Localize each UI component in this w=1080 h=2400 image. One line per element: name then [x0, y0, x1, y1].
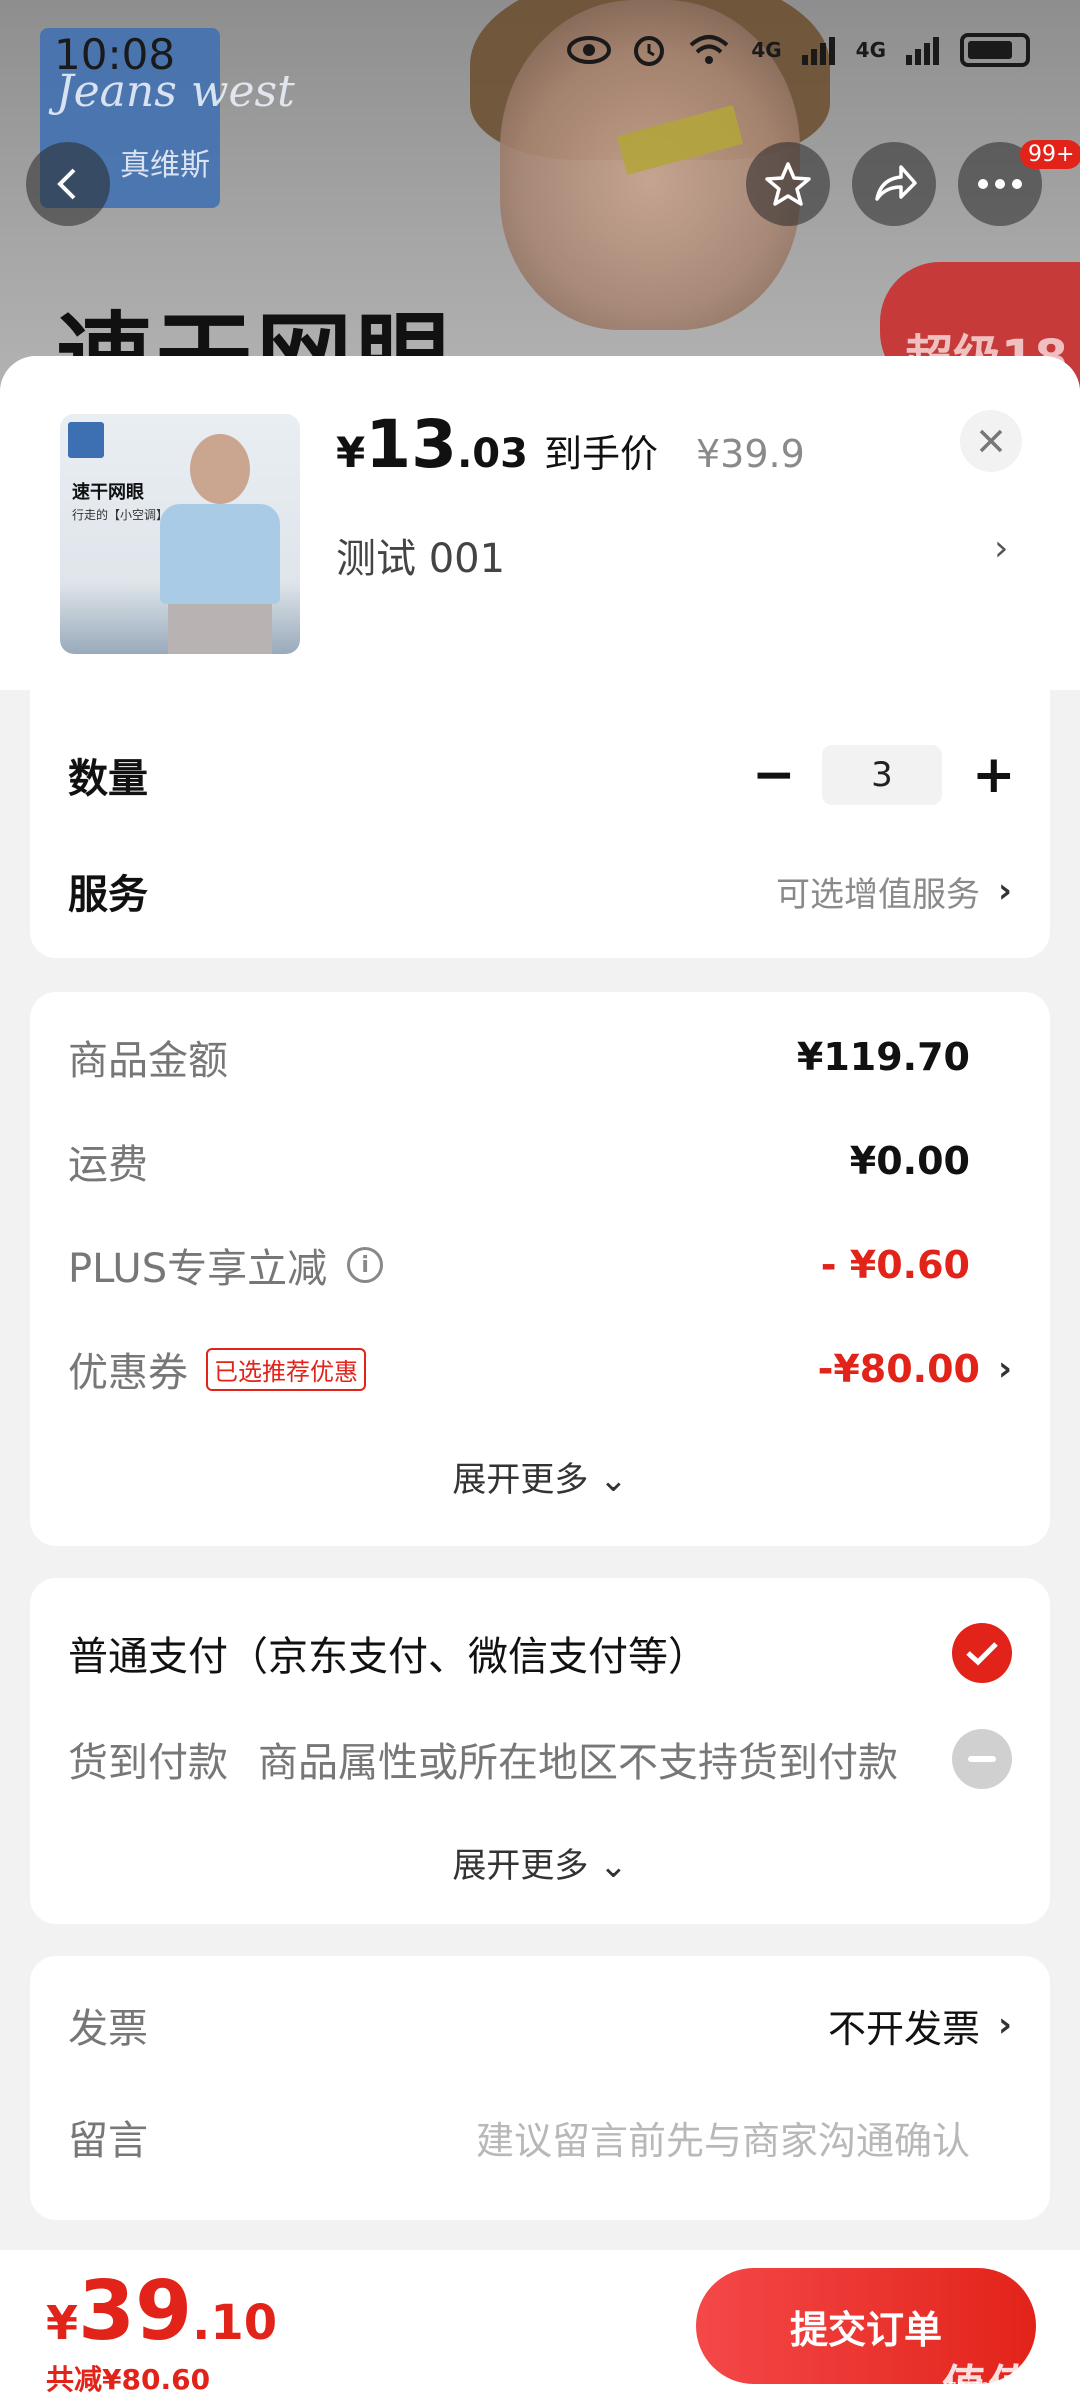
price-currency: ¥: [336, 428, 366, 477]
amount-card: 商品金额 ¥119.70 运费 ¥0.00 PLUS专享立减 i - ¥0.60…: [30, 992, 1050, 1546]
coupon-selected-badge: 已选推荐优惠: [206, 1347, 366, 1391]
network-4g-label-2: 4G: [855, 38, 886, 62]
message-count-badge: 99+: [1020, 140, 1080, 169]
selected-variant[interactable]: 测试 001: [336, 526, 505, 584]
thumb-shorts: [168, 604, 272, 654]
payment-cod-label: 货到付款: [68, 1740, 228, 1786]
alarm-icon: [634, 36, 665, 66]
product-summary: 速干网眼 行走的【小空调】 ¥ 13 .03 到手价 ¥39.9 测试 001 …: [0, 356, 1080, 690]
coupon-value: -¥80.00: [817, 1347, 980, 1391]
more-dots-icon: [978, 179, 1022, 189]
coupon-row[interactable]: 优惠券 已选推荐优惠 -¥80.00 ›: [68, 1334, 1012, 1404]
close-icon: [979, 429, 1003, 453]
total-integer: 39: [78, 2264, 193, 2359]
goods-amount-label: 商品金额: [68, 1038, 228, 1084]
status-time: 10:08: [54, 30, 176, 79]
total-decimal: .10: [192, 2295, 278, 2351]
final-price: ¥ 13 .03 到手价 ¥39.9: [336, 406, 805, 483]
quantity-service-card: 数量 − 3 + 服务 可选增值服务 ›: [30, 690, 1050, 958]
invoice-label: 发票: [68, 2006, 148, 2052]
share-button[interactable]: [852, 142, 936, 226]
eye-icon: [567, 36, 612, 64]
coupon-label: 优惠券: [68, 1350, 188, 1396]
total-saved: 共减¥80.60: [46, 2363, 211, 2396]
payment-card: 普通支付（京东支付、微信支付等） 货到付款 商品属性或所在地区不支持货到付款 展…: [30, 1578, 1050, 1924]
original-price: ¥39.9: [695, 432, 805, 476]
shipping-label: 运费: [68, 1142, 148, 1188]
payment-option-cod: 货到付款 商品属性或所在地区不支持货到付款: [68, 1724, 1012, 1794]
favorite-button[interactable]: [746, 142, 830, 226]
payment-option-normal[interactable]: 普通支付（京东支付、微信支付等）: [68, 1618, 1012, 1688]
share-icon: [875, 165, 917, 201]
price-decimal: .03: [457, 431, 528, 477]
message-input[interactable]: 建议留言前先与商家沟通确认: [476, 2110, 970, 2165]
service-label: 服务: [68, 872, 148, 918]
info-icon[interactable]: i: [347, 1247, 384, 1283]
checkmark-icon[interactable]: [952, 1623, 1012, 1683]
expand-more-payment-button[interactable]: 展开更多 ⌄: [30, 1838, 1050, 1887]
thumb-model-head: [190, 434, 250, 504]
close-button[interactable]: [960, 410, 1022, 472]
decrease-quantity-button[interactable]: −: [752, 745, 796, 805]
goods-amount-value: ¥119.70: [796, 1035, 970, 1079]
watermark-url: zhizhizhi.com: [948, 2376, 1057, 2395]
signal-icon-2: [906, 37, 939, 65]
goods-amount-row: 商品金额 ¥119.70: [68, 1022, 1012, 1092]
shipping-row: 运费 ¥0.00: [68, 1126, 1012, 1196]
chevron-right-icon: ›: [997, 1349, 1012, 1389]
thumb-subtitle: 行走的【小空调】: [72, 508, 169, 522]
battery-icon: [960, 33, 1030, 67]
price-integer: 13: [365, 406, 458, 483]
chevron-right-icon: ›: [997, 871, 1012, 911]
thumb-tshirt: [160, 504, 280, 604]
checkout-bar: ¥ 39 .10 共减¥80.60 提交订单: [0, 2250, 1080, 2400]
invoice-value: 不开发票: [827, 2006, 980, 2051]
back-button[interactable]: [26, 142, 110, 226]
quantity-input[interactable]: 3: [822, 745, 942, 805]
thumb-title: 速干网眼: [72, 482, 144, 503]
star-icon: [765, 162, 811, 206]
plus-discount-value: - ¥0.60: [820, 1243, 970, 1287]
increase-quantity-button[interactable]: +: [972, 745, 1016, 805]
product-thumbnail[interactable]: 速干网眼 行走的【小空调】: [60, 414, 300, 654]
brand-logo-cn: 真维斯: [120, 148, 210, 183]
wifi-icon: [689, 35, 729, 64]
quantity-row: 数量 − 3 +: [68, 740, 1016, 810]
chevron-right-icon: ›: [997, 2005, 1012, 2045]
invoice-message-card: 发票 不开发票 › 留言 建议留言前先与商家沟通确认: [30, 1956, 1050, 2220]
total-price: ¥ 39 .10: [46, 2264, 277, 2359]
thumb-brand-logo: [68, 422, 104, 458]
shipping-value: ¥0.00: [849, 1139, 970, 1183]
network-4g-label: 4G: [751, 38, 782, 62]
status-icons: 4G 4G: [567, 32, 1030, 68]
service-row[interactable]: 服务 可选增值服务 ›: [68, 856, 1012, 926]
service-hint: 可选增值服务: [775, 874, 980, 915]
plus-discount-label: PLUS专享立减: [68, 1246, 328, 1292]
total-currency: ¥: [46, 2296, 79, 2350]
signal-icon: [801, 37, 835, 65]
plus-discount-row: PLUS专享立减 i - ¥0.60: [68, 1230, 1012, 1300]
invoice-row[interactable]: 发票 不开发票 ›: [68, 1990, 1012, 2060]
status-bar: 10:08 4G 4G: [0, 0, 1080, 110]
message-row[interactable]: 留言 建议留言前先与商家沟通确认: [68, 2102, 1012, 2172]
chevron-right-icon[interactable]: ›: [994, 528, 1008, 569]
disabled-radio-icon: [952, 1729, 1012, 1789]
payment-normal-label: 普通支付（京东支付、微信支付等）: [68, 1634, 708, 1680]
chevron-left-icon: [57, 168, 76, 200]
message-label: 留言: [68, 2118, 148, 2164]
payment-cod-note: 商品属性或所在地区不支持货到付款: [258, 1740, 898, 1786]
quantity-stepper: − 3 +: [752, 745, 1016, 805]
order-sheet: 速干网眼 行走的【小空调】 ¥ 13 .03 到手价 ¥39.9 测试 001 …: [0, 356, 1080, 2400]
price-label: 到手价: [543, 432, 658, 476]
quantity-label: 数量: [68, 756, 148, 802]
expand-more-amounts-button[interactable]: 展开更多 ⌄: [30, 1452, 1050, 1501]
